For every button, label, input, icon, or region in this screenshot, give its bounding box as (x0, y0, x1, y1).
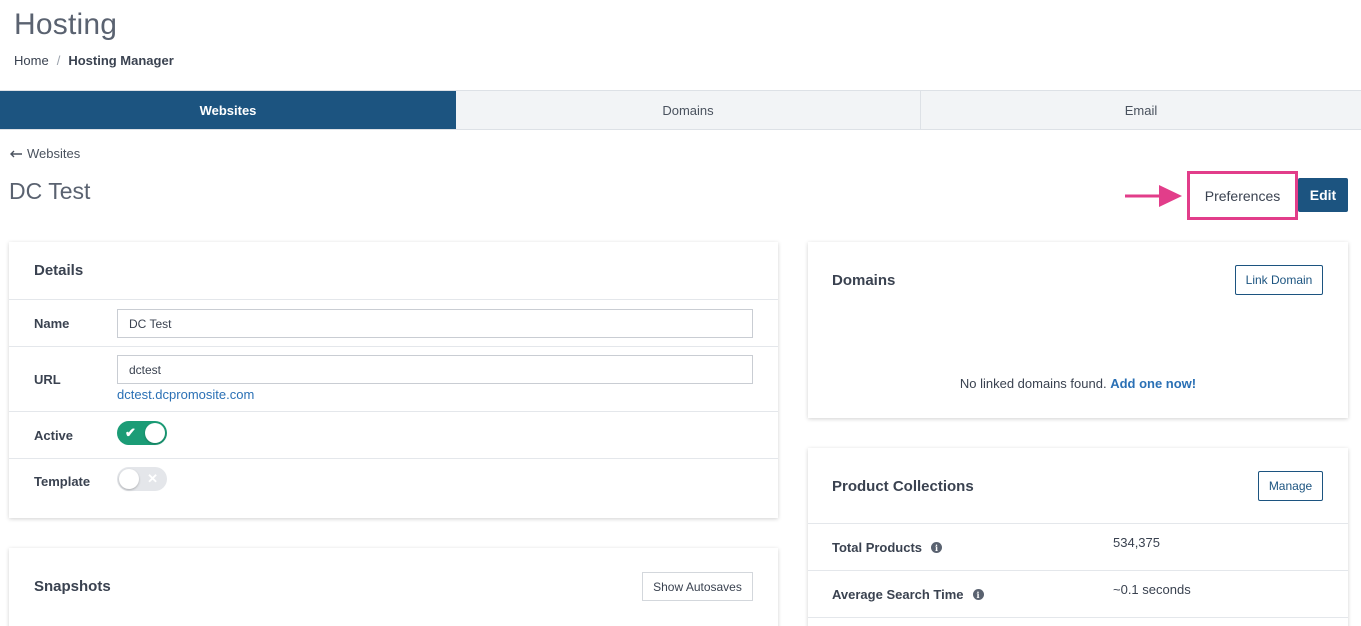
back-to-websites-link[interactable]: Websites (10, 146, 80, 161)
show-autosaves-button[interactable]: Show Autosaves (642, 572, 753, 601)
toggle-knob (119, 469, 139, 489)
domains-card: Domains Link Domain No linked domains fo… (808, 242, 1348, 418)
link-domain-button[interactable]: Link Domain (1235, 265, 1323, 295)
active-label: Active (34, 428, 74, 443)
average-search-time-value: ~0.1 seconds (1113, 582, 1191, 597)
stat-label: Total Products i (832, 540, 943, 555)
add-domain-link[interactable]: Add one now! (1110, 376, 1196, 391)
site-title: DC Test (9, 178, 91, 204)
site-url-link[interactable]: dctest.dcpromosite.com (117, 387, 254, 402)
details-card: Details Name URL dctest.dcpromosite.com … (9, 242, 778, 518)
close-icon: ✕ (147, 471, 158, 486)
snapshots-card: Snapshots Show Autosaves (9, 548, 778, 626)
back-link-label: Websites (27, 146, 81, 161)
tab-email[interactable]: Email (921, 91, 1361, 129)
template-label: Template (34, 474, 91, 489)
active-toggle[interactable]: ✔ (117, 421, 167, 445)
product-collections-card: Product Collections Manage Total Product… (808, 448, 1348, 626)
average-search-time-label: Average Search Time (832, 587, 964, 602)
info-icon[interactable]: i (972, 589, 984, 600)
url-label: URL (34, 372, 61, 387)
preferences-button[interactable]: Preferences (1190, 174, 1295, 217)
empty-text: No linked domains found. (959, 376, 1107, 391)
template-row: Template ✕ (9, 459, 778, 506)
breadcrumb-separator: / (56, 53, 61, 68)
name-row: Name (9, 300, 778, 347)
template-toggle[interactable]: ✕ (117, 467, 167, 491)
tab-websites[interactable]: Websites (0, 91, 456, 129)
highlight-arrow-icon (1125, 185, 1182, 207)
arrow-left-icon (10, 150, 22, 157)
toggle-knob (145, 423, 165, 443)
page-title: Hosting (14, 8, 118, 41)
stat-label: Average Search Time i (832, 587, 984, 602)
info-icon[interactable]: i (931, 542, 943, 553)
edit-button[interactable]: Edit (1298, 178, 1348, 212)
tab-bar: Websites Domains Email (0, 90, 1361, 130)
active-row: Active ✔ (9, 412, 778, 459)
check-icon: ✔ (125, 425, 136, 440)
name-label: Name (34, 316, 70, 331)
manage-button[interactable]: Manage (1258, 471, 1323, 501)
url-input[interactable] (117, 355, 753, 384)
tab-domains[interactable]: Domains (456, 91, 921, 129)
breadcrumb: Home / Hosting Manager (14, 53, 174, 68)
total-products-label: Total Products (832, 540, 923, 555)
total-products-value: 534,375 (1113, 535, 1160, 550)
stat-row-average-search-time: Average Search Time i ~0.1 seconds (808, 571, 1348, 618)
url-row: URL dctest.dcpromosite.com (9, 347, 778, 412)
breadcrumb-home[interactable]: Home (14, 53, 49, 68)
domains-empty-message: No linked domains found. Add one now! (808, 376, 1348, 391)
details-heading: Details (9, 242, 778, 300)
breadcrumb-current: Hosting Manager (68, 53, 174, 68)
name-input[interactable] (117, 309, 753, 338)
stat-row-total-products: Total Products i 534,375 (808, 524, 1348, 571)
